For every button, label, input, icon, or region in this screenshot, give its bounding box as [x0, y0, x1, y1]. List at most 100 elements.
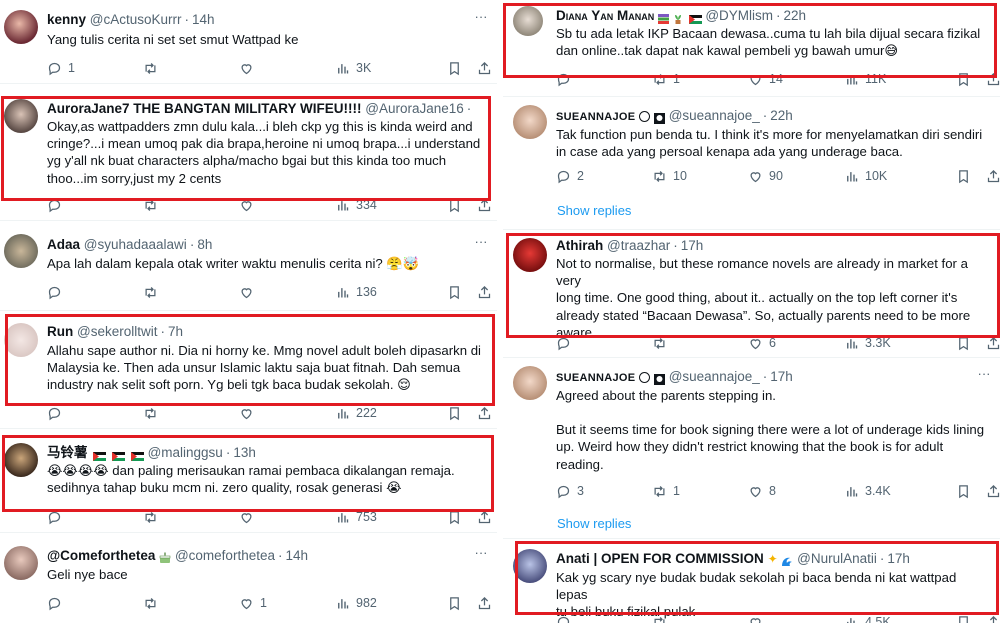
retweet-icon [145, 62, 156, 74]
author-handle[interactable]: @cActusoKurrr [90, 12, 182, 27]
like-button[interactable]: 90 [748, 167, 783, 185]
avatar[interactable] [4, 546, 38, 580]
tweet-adaa[interactable]: Adaa @syuhadaaalawi · 8h ··· Apa lah dalam… [0, 221, 497, 305]
cake-icon [159, 550, 171, 563]
share-icon [989, 615, 998, 623]
bookmark-button[interactable] [447, 283, 462, 301]
timestamp[interactable]: 8h [197, 237, 212, 252]
like-button[interactable] [239, 404, 260, 422]
views-button[interactable]: 3K [335, 59, 371, 77]
action-bar: 3 1 8 3.4K [556, 482, 1000, 500]
retweet-button[interactable] [143, 594, 164, 612]
tweet-comeforthetea[interactable]: @Comeforthetea @comeforthetea · 14h ··· Ge… [0, 533, 497, 623]
author-handle[interactable]: @comeforthetea [175, 548, 275, 563]
retweet-icon [145, 597, 156, 609]
like-button[interactable]: 1 [239, 594, 267, 612]
timestamp[interactable]: 22h [770, 108, 793, 123]
more-icon[interactable]: ··· [473, 10, 489, 28]
bookmark-button[interactable] [447, 59, 462, 77]
avatar[interactable] [513, 366, 547, 400]
tweet-text: Apa lah dalam kepala otak writer waktu m… [47, 256, 420, 271]
share-icon [987, 169, 1000, 182]
like-button[interactable]: 8 [748, 482, 776, 500]
share-icon [478, 61, 491, 74]
skull-icon [653, 372, 665, 385]
author-handle[interactable]: @syuhadaaalawi [84, 237, 187, 252]
author-name[interactable]: @Comeforthetea [47, 548, 155, 563]
tweet-text: Yang tulis cerita ni set set smut Wattpa… [47, 32, 299, 47]
right-reply-column: Diana Yan Manan @DYMlism · 22h Sb tu ada l… [503, 0, 1000, 623]
views-button[interactable]: 982 [335, 594, 377, 612]
views-button[interactable]: 222 [335, 404, 377, 422]
author-name[interactable]: Adaa [47, 237, 80, 252]
retweet-button[interactable] [143, 283, 164, 301]
timestamp[interactable]: 14h [285, 548, 308, 563]
like-icon [750, 617, 761, 623]
like-button[interactable] [239, 283, 260, 301]
more-icon[interactable]: ··· [473, 235, 489, 253]
like-icon [241, 63, 252, 74]
bookmark-icon [959, 169, 968, 183]
reply-button[interactable]: 3 [556, 482, 584, 500]
reply-icon [48, 597, 61, 610]
author-name[interactable]: kenny [47, 12, 86, 27]
author-handle[interactable]: @sueannajoe_ [669, 108, 760, 123]
bookmark-button[interactable] [956, 167, 971, 185]
bookmark-button[interactable] [956, 482, 971, 500]
share-button[interactable] [477, 404, 492, 422]
avatar[interactable] [513, 105, 547, 139]
views-button[interactable]: 10K [844, 167, 887, 185]
reply-icon [557, 616, 570, 623]
tweet-sueannajoe[interactable]: SUEANNAJOE @sueannajoe_ · 22h Tak function… [503, 97, 1000, 229]
share-button[interactable] [477, 59, 492, 77]
share-icon [478, 285, 491, 298]
reply-button[interactable] [47, 594, 68, 612]
highlight-box [2, 435, 494, 512]
retweet-icon [654, 616, 665, 623]
bookmark-icon [450, 285, 459, 299]
bookmark-button[interactable] [447, 404, 462, 422]
timestamp[interactable]: 14h [192, 12, 215, 27]
views-icon [338, 287, 349, 297]
retweet-button[interactable]: 10 [652, 167, 687, 185]
share-button[interactable] [477, 594, 492, 612]
avatar[interactable] [4, 10, 38, 44]
views-button[interactable]: 136 [335, 283, 377, 301]
show-replies-link[interactable]: Show replies [557, 203, 631, 218]
show-replies-link[interactable]: Show replies [557, 516, 631, 531]
views-icon [338, 408, 349, 418]
divider [0, 83, 497, 84]
reply-button[interactable]: 2 [556, 167, 584, 185]
tweet-kenny[interactable]: kenny @cActusoKurrr · 14h ··· Yang tulis c… [0, 0, 497, 84]
highlight-box [506, 233, 1000, 338]
more-icon[interactable]: ··· [976, 367, 992, 385]
share-icon [478, 406, 491, 419]
skull-icon [653, 111, 665, 124]
like-button[interactable] [239, 59, 260, 77]
retweet-button[interactable] [143, 59, 164, 77]
avatar[interactable] [4, 234, 38, 268]
reply-icon [48, 407, 61, 420]
tweet-sueannajoe-2[interactable]: SUEANNAJOE @sueannajoe_ · 17h ··· Agreed a… [503, 358, 1000, 538]
share-button[interactable] [986, 482, 1000, 500]
author-name[interactable]: SUEANNAJOE [556, 111, 635, 123]
views-icon [338, 63, 349, 73]
share-icon [478, 596, 491, 609]
retweet-button[interactable]: 1 [652, 482, 680, 500]
author-name[interactable]: SUEANNAJOE [556, 372, 635, 384]
views-button[interactable]: 3.4K [844, 482, 891, 500]
reply-button[interactable] [47, 283, 68, 301]
action-bar: 222 [47, 404, 492, 422]
reply-icon [557, 485, 570, 498]
verified-circle-icon [639, 110, 651, 122]
more-icon[interactable]: ··· [473, 546, 489, 564]
bookmark-button[interactable] [447, 594, 462, 612]
reply-button[interactable]: 1 [47, 59, 75, 77]
share-button[interactable] [986, 167, 1000, 185]
reply-button[interactable] [47, 404, 68, 422]
timestamp[interactable]: 17h [770, 369, 793, 384]
author-handle[interactable]: @sueannajoe_ [669, 369, 760, 384]
action-bar: 136 [47, 283, 492, 301]
retweet-button[interactable] [143, 404, 164, 422]
share-button[interactable] [477, 283, 492, 301]
